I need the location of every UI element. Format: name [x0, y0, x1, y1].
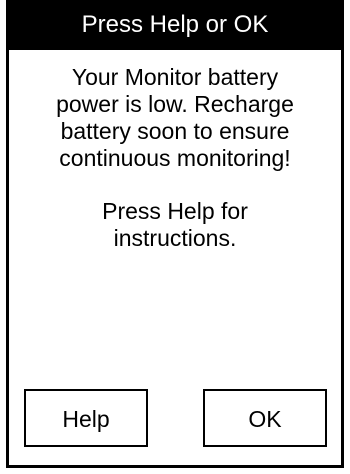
message-line: power is low. Recharge	[56, 91, 294, 117]
dialog-button-row: Help OK	[9, 389, 341, 447]
help-hint-text: Press Help for instructions.	[19, 198, 331, 252]
low-battery-dialog: Press Help or OK Your Monitor battery po…	[6, 0, 344, 468]
help-button[interactable]: Help	[24, 389, 148, 447]
dialog-title: Press Help or OK	[9, 0, 341, 50]
dialog-message: Your Monitor battery power is low. Recha…	[19, 64, 331, 252]
message-line: continuous monitoring!	[59, 145, 291, 171]
battery-warning-text: Your Monitor battery power is low. Recha…	[19, 64, 331, 172]
help-hint-line: instructions.	[113, 225, 237, 251]
ok-button[interactable]: OK	[203, 389, 327, 447]
message-line: Your Monitor battery	[71, 64, 279, 90]
message-line: battery soon to ensure	[60, 118, 290, 144]
help-hint-line: Press Help for	[102, 198, 248, 224]
